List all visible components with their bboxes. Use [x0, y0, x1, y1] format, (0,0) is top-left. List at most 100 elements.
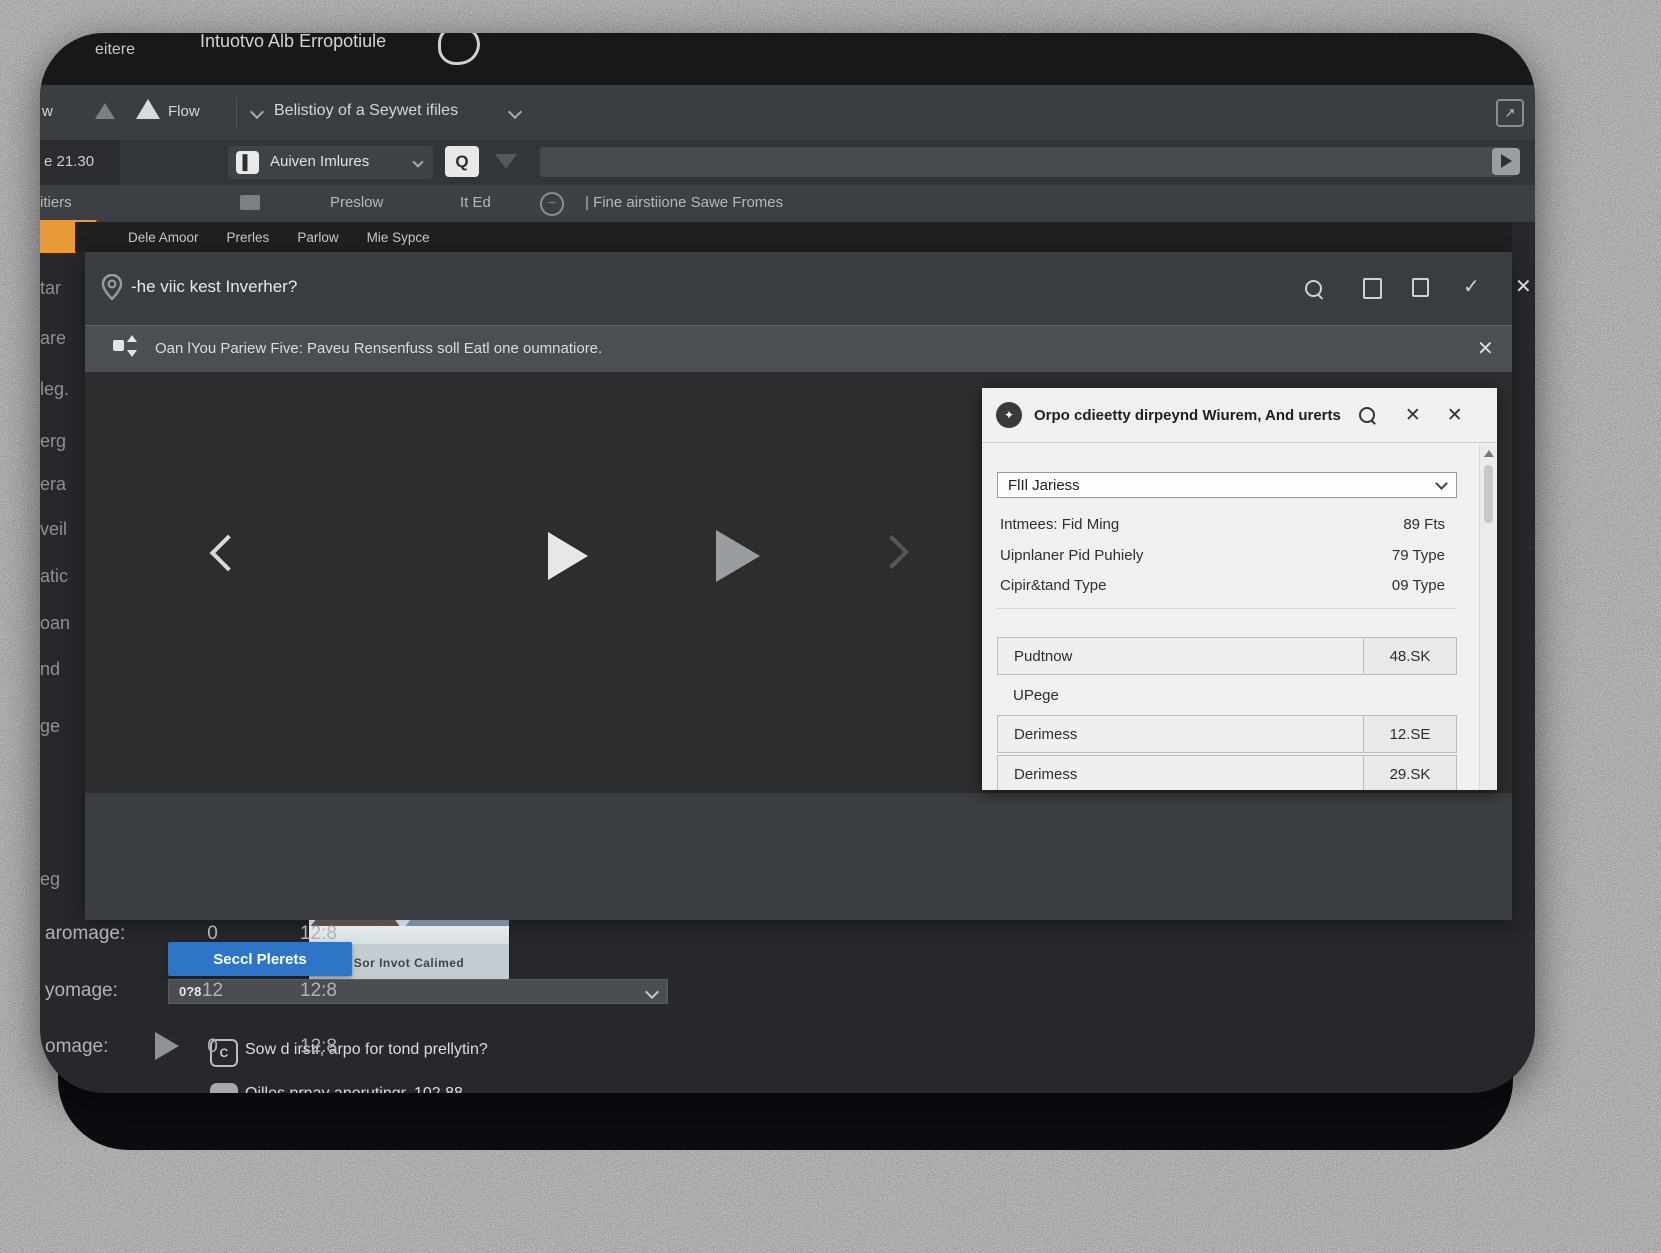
chevron-down-icon[interactable]: [508, 105, 522, 119]
address-bar[interactable]: [540, 147, 1515, 177]
info-label: Uipnlaner Pid Puhiely: [1000, 547, 1143, 569]
notice-text: Oan lYou Pariew Five: Paveu Rensenfuss s…: [155, 340, 602, 357]
play-icon-primary[interactable]: [548, 532, 588, 580]
menu-item-miesypce[interactable]: Mie Sypce: [367, 230, 430, 245]
list-row-value: 12.SE: [1363, 716, 1456, 752]
list-row-value: 29.SK: [1363, 756, 1456, 790]
open-external-icon[interactable]: ↗: [1496, 99, 1524, 127]
scrollbar-thumb[interactable]: [1484, 465, 1493, 523]
dialog-footer: [85, 793, 1512, 920]
breadcrumb[interactable]: Belistioy of a Seywet ifiles: [274, 102, 458, 120]
footer-row-1-text[interactable]: Sow d irstr, arpo for tond prellytin?: [245, 1041, 488, 1059]
menu-item-prerles[interactable]: Prerles: [227, 230, 270, 245]
menu-bar: Dele Amoor Prerles Parlow Mie Sypce: [75, 222, 1512, 252]
sidebar-fragment: eg: [40, 869, 85, 890]
footer-row-2-text[interactable]: Oilles prnay anorutingr. 102.88: [245, 1085, 463, 1093]
previous-chevron-icon[interactable]: [210, 535, 247, 572]
footer-play-icon[interactable]: [155, 1032, 179, 1060]
time-segment: e 21.30: [40, 140, 120, 185]
sidebar-fragment: leg.: [40, 379, 85, 400]
video-icon[interactable]: [210, 1083, 238, 1093]
info-row: Intmees: Fid Ming 89 Fts: [1000, 516, 1445, 538]
play-icon-secondary[interactable]: [716, 530, 760, 582]
swap-icon-down: [127, 350, 137, 357]
close-icon[interactable]: ✕: [1515, 277, 1532, 297]
time-fragment: e 21.30: [44, 153, 94, 170]
primary-action-button[interactable]: Seccl Plerets: [168, 942, 352, 976]
sidebar-fragment: era: [40, 474, 85, 495]
info-value: 09 Type: [1392, 577, 1445, 599]
chevron-down-icon: [645, 984, 659, 998]
stat-count: 12: [190, 980, 235, 1002]
swap-icon-up: [127, 335, 137, 342]
tab-title[interactable]: Intuotvo Alb Erropotiule: [200, 33, 386, 52]
panel-search-icon[interactable]: [1359, 407, 1375, 423]
list-row-label: Derimess: [998, 756, 1363, 790]
info-label: Intmees: Fid Ming: [1000, 516, 1119, 538]
stat-count: 0: [190, 923, 235, 945]
window-restore-icon[interactable]: [1363, 278, 1382, 299]
flow-label[interactable]: Flow: [168, 103, 200, 120]
panel-close-icon[interactable]: ✕: [1405, 406, 1421, 425]
filter-select-value: FlIl Jariess: [1008, 477, 1080, 494]
next-chevron-icon[interactable]: [875, 535, 909, 569]
list-row-label: Pudtnow: [998, 638, 1363, 674]
info-value: 79 Type: [1392, 547, 1445, 569]
minus-circle-icon[interactable]: −: [540, 192, 564, 216]
menu-item-parlow[interactable]: Parlow: [297, 230, 338, 245]
chevron-down-icon: [1435, 477, 1448, 490]
play-box-icon[interactable]: [1492, 148, 1520, 175]
info-row: Cipir&tand Type 09 Type: [1000, 577, 1445, 599]
profile-label: Auiven Imlures: [270, 153, 369, 170]
screenshot-root: { "chrome": { "tab_left": "eitere", "tab…: [0, 0, 1661, 1253]
stat-time: 12:8: [300, 980, 337, 1002]
list-row[interactable]: Pudtnow 48.SK: [997, 637, 1457, 675]
panel-close-icon-2[interactable]: ✕: [1447, 406, 1463, 425]
notice-close-icon[interactable]: ✕: [1477, 339, 1494, 359]
action-strip: itiers Preslow It Ed − | Fine airstiione…: [40, 185, 1535, 222]
list-row[interactable]: Derimess 12.SE: [997, 715, 1457, 753]
chevron-down-icon: [412, 156, 423, 167]
block-icon[interactable]: [240, 195, 260, 210]
sidebar-fragment: tar: [40, 278, 85, 299]
triangle-icon-white[interactable]: [136, 99, 160, 119]
stat-time: 12:8: [300, 923, 337, 945]
list-row[interactable]: Derimess 29.SK: [997, 755, 1457, 790]
sidebar-fragment: ge: [40, 716, 85, 737]
filter-dropdown-icon[interactable]: [495, 154, 517, 169]
list-row-label: Derimess: [998, 716, 1363, 752]
panel-scrollbar[interactable]: [1479, 444, 1497, 790]
strip-label-1[interactable]: Preslow: [330, 194, 383, 211]
search-icon[interactable]: [1305, 280, 1322, 297]
stat-count: 0: [190, 1036, 235, 1058]
strip-label-3[interactable]: | Fine airstiione Sawe Fromes: [585, 194, 783, 211]
confirm-icon[interactable]: ✓: [1463, 277, 1480, 297]
search-button[interactable]: Q: [445, 146, 479, 177]
scroll-up-icon[interactable]: [1484, 450, 1494, 457]
list-row-plain[interactable]: UPege: [997, 680, 1457, 710]
panel-title: Orpo cdieetty dirpeynd Wiurem, And urert…: [1034, 407, 1341, 424]
sidebar-fragment: erg: [40, 431, 85, 452]
nav-fragment: w: [42, 103, 53, 120]
chevron-down-icon[interactable]: [250, 105, 264, 119]
profile-chip[interactable]: ▌ Auiven Imlures: [228, 146, 433, 179]
secondary-toolbar: e 21.30 ▌ Auiven Imlures Q: [40, 140, 1535, 185]
swap-icon: [113, 340, 124, 351]
player-dropdown[interactable]: 0?8: [168, 979, 668, 1004]
menu-item-file[interactable]: Dele Amoor: [128, 230, 199, 245]
info-value: 89 Fts: [1403, 516, 1445, 538]
window-maximize-icon[interactable]: [1412, 278, 1429, 297]
panel-divider: [997, 608, 1457, 609]
properties-panel: ✦ Orpo cdieetty dirpeynd Wiurem, And ure…: [982, 388, 1497, 790]
sidebar-fragment: atic: [40, 566, 85, 587]
stat-label: aromage:: [45, 923, 125, 945]
stat-label: omage:: [45, 1036, 108, 1058]
list-row-label: UPege: [1013, 687, 1059, 704]
browser-tab-bar: eitere Intuotvo Alb Erropotiule: [40, 33, 1535, 85]
triangle-icon-gray[interactable]: [95, 103, 115, 119]
filter-select[interactable]: FlIl Jariess: [997, 472, 1457, 498]
strip-label-2[interactable]: It Ed: [460, 194, 491, 211]
navigation-toolbar: w Flow Belistioy of a Seywet ifiles ↗: [40, 85, 1535, 140]
dialog-title: -he viic kest Inverher?: [131, 277, 297, 297]
panel-header: ✦ Orpo cdieetty dirpeynd Wiurem, And ure…: [982, 388, 1497, 443]
